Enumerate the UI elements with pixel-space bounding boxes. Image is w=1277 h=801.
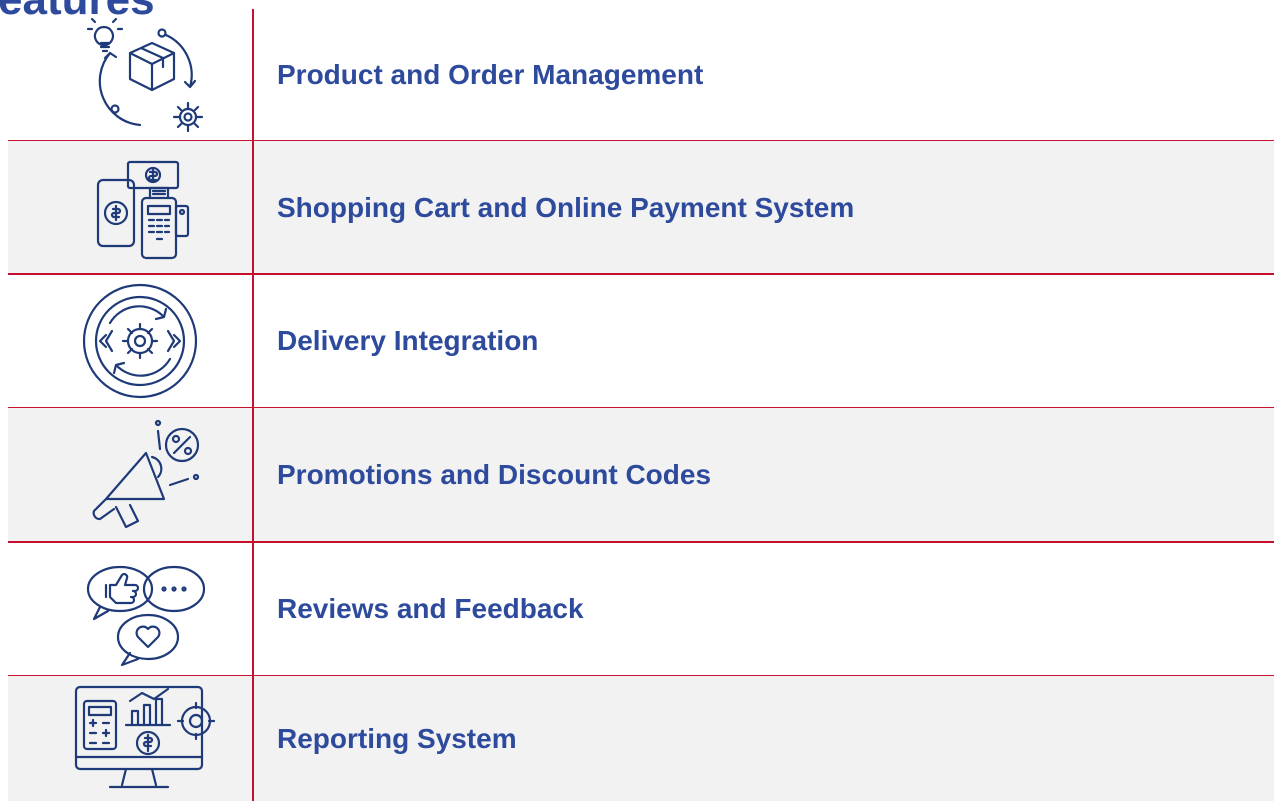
feature-label: Delivery Integration <box>277 324 539 356</box>
reporting-monitor-icon <box>70 677 220 801</box>
feedback-bubbles-icon <box>70 547 220 671</box>
feature-label: Reporting System <box>277 722 517 754</box>
feature-label: Shopping Cart and Online Payment System <box>277 191 855 223</box>
feature-row-reviews: Reviews and Feedback <box>0 542 1277 675</box>
feature-label: Reviews and Feedback <box>277 592 584 624</box>
feature-row-delivery: Delivery Integration <box>0 274 1277 407</box>
column-divider <box>252 9 254 801</box>
feature-row-product-order: Product and Order Management <box>0 9 1277 141</box>
integration-gear-icon <box>70 279 220 403</box>
feature-label: Product and Order Management <box>277 59 704 90</box>
feature-row-reporting: Reporting System <box>0 676 1277 801</box>
feature-row-promotions: Promotions and Discount Codes <box>0 408 1277 541</box>
feature-label: Promotions and Discount Codes <box>277 458 712 490</box>
product-cycle-icon <box>70 13 220 137</box>
feature-row-payment: Shopping Cart and Online Payment System <box>0 141 1277 274</box>
megaphone-discount-icon <box>70 413 220 537</box>
payment-terminal-icon <box>70 146 220 270</box>
